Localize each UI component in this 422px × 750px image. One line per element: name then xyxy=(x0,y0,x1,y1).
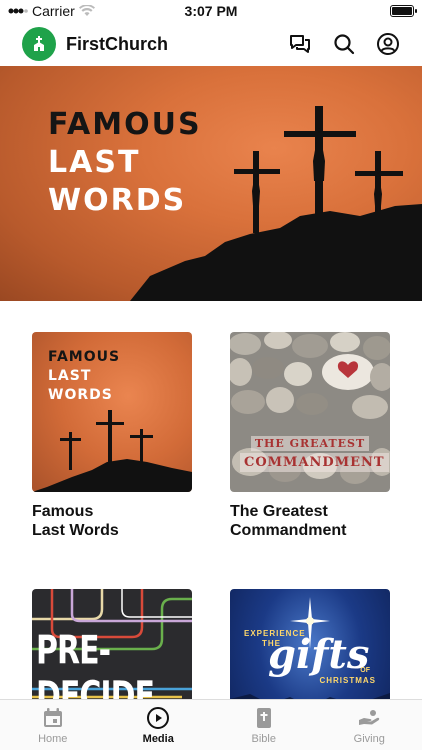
media-card-title[interactable]: The Greatest Commandment xyxy=(230,502,390,540)
status-right xyxy=(274,5,417,17)
bible-icon xyxy=(256,707,271,728)
tab-bar: Home Media Bible Giving xyxy=(0,699,422,750)
media-grid: FAMOUS LAST WORDS Famous Last Words THE … xyxy=(0,301,422,699)
media-thumbnail[interactable]: EXPERIENCE THE gifts OF CHRISTMAS xyxy=(230,589,390,699)
account-icon[interactable] xyxy=(376,32,400,56)
media-card-greatest-commandment[interactable]: THE GREATEST COMMANDMENT The Greatest Co… xyxy=(230,332,390,540)
thumbnail-banner-line: COMMANDMENT xyxy=(240,453,389,472)
media-card-title-line: Commandment xyxy=(230,522,347,539)
media-thumbnail[interactable]: FAMOUS LAST WORDS xyxy=(32,332,192,492)
church-logo[interactable] xyxy=(22,27,56,61)
thumbnail-title-line: WORDS xyxy=(48,387,113,403)
media-card-gifts-of-christmas[interactable]: EXPERIENCE THE gifts OF CHRISTMAS xyxy=(230,589,390,699)
tab-label: Giving xyxy=(353,732,385,745)
status-left: Carrier xyxy=(8,3,148,19)
thumbnail-title-line: LAST xyxy=(48,368,92,384)
giving-hand-icon xyxy=(359,709,380,725)
tab-label: Home xyxy=(38,732,68,745)
tab-label: Media xyxy=(142,732,174,745)
carrier-label: Carrier xyxy=(32,3,75,19)
thumbnail-title: PRE-DECIDE xyxy=(36,628,155,700)
tab-home[interactable]: Home xyxy=(0,700,106,750)
media-card-title[interactable]: Famous Last Words xyxy=(32,502,192,540)
hero-title-line: LAST xyxy=(48,145,141,180)
chat-icon[interactable] xyxy=(288,32,312,56)
media-card-pre-decide[interactable]: PRE-DECIDE xyxy=(32,589,192,699)
thumbnail-banner-line: THE GREATEST xyxy=(250,436,370,451)
app-title: FirstChurch xyxy=(66,33,169,54)
play-circle-icon xyxy=(147,706,170,729)
tab-label: Bible xyxy=(251,732,276,745)
calendar-icon xyxy=(43,707,62,727)
battery-fill xyxy=(392,7,412,15)
media-thumbnail[interactable]: THE GREATEST COMMANDMENT xyxy=(230,332,390,492)
media-card-title-line: The Greatest xyxy=(230,503,328,520)
thumbnail-title: gifts xyxy=(268,631,370,678)
search-icon[interactable] xyxy=(332,32,356,56)
header-actions xyxy=(288,32,400,56)
church-logo-icon xyxy=(34,36,44,51)
status-bar: Carrier 3:07 PM xyxy=(0,0,422,22)
thumbnail-subtitle-line: CHRISTMAS xyxy=(319,676,376,685)
hero-title-line: WORDS xyxy=(48,183,187,218)
battery-icon xyxy=(390,5,417,17)
hero-banner[interactable]: FAMOUS LAST WORDS xyxy=(0,66,422,301)
thumbnail-subtitle-line: OF xyxy=(360,667,370,674)
media-thumbnail[interactable]: PRE-DECIDE xyxy=(32,589,192,699)
hero-title-line: FAMOUS xyxy=(48,107,202,142)
hero-title: FAMOUS LAST WORDS xyxy=(48,106,202,220)
media-card-famous-last-words[interactable]: FAMOUS LAST WORDS Famous Last Words xyxy=(32,332,192,540)
status-time: 3:07 PM xyxy=(184,3,238,19)
thumbnail-banner: THE GREATEST COMMANDMENT xyxy=(240,432,389,472)
app-header: FirstChurch xyxy=(0,22,422,66)
thumbnail-title: FAMOUS LAST WORDS xyxy=(48,348,120,405)
media-card-title-line: Famous xyxy=(32,503,94,520)
tab-bible[interactable]: Bible xyxy=(211,700,317,750)
wifi-icon xyxy=(78,5,95,16)
thumbnail-title-line: FAMOUS xyxy=(48,349,121,365)
media-card-title-line: Last Words xyxy=(32,522,119,539)
signal-dots-icon xyxy=(8,8,28,14)
tab-giving[interactable]: Giving xyxy=(317,700,422,750)
tab-media[interactable]: Media xyxy=(106,700,212,750)
